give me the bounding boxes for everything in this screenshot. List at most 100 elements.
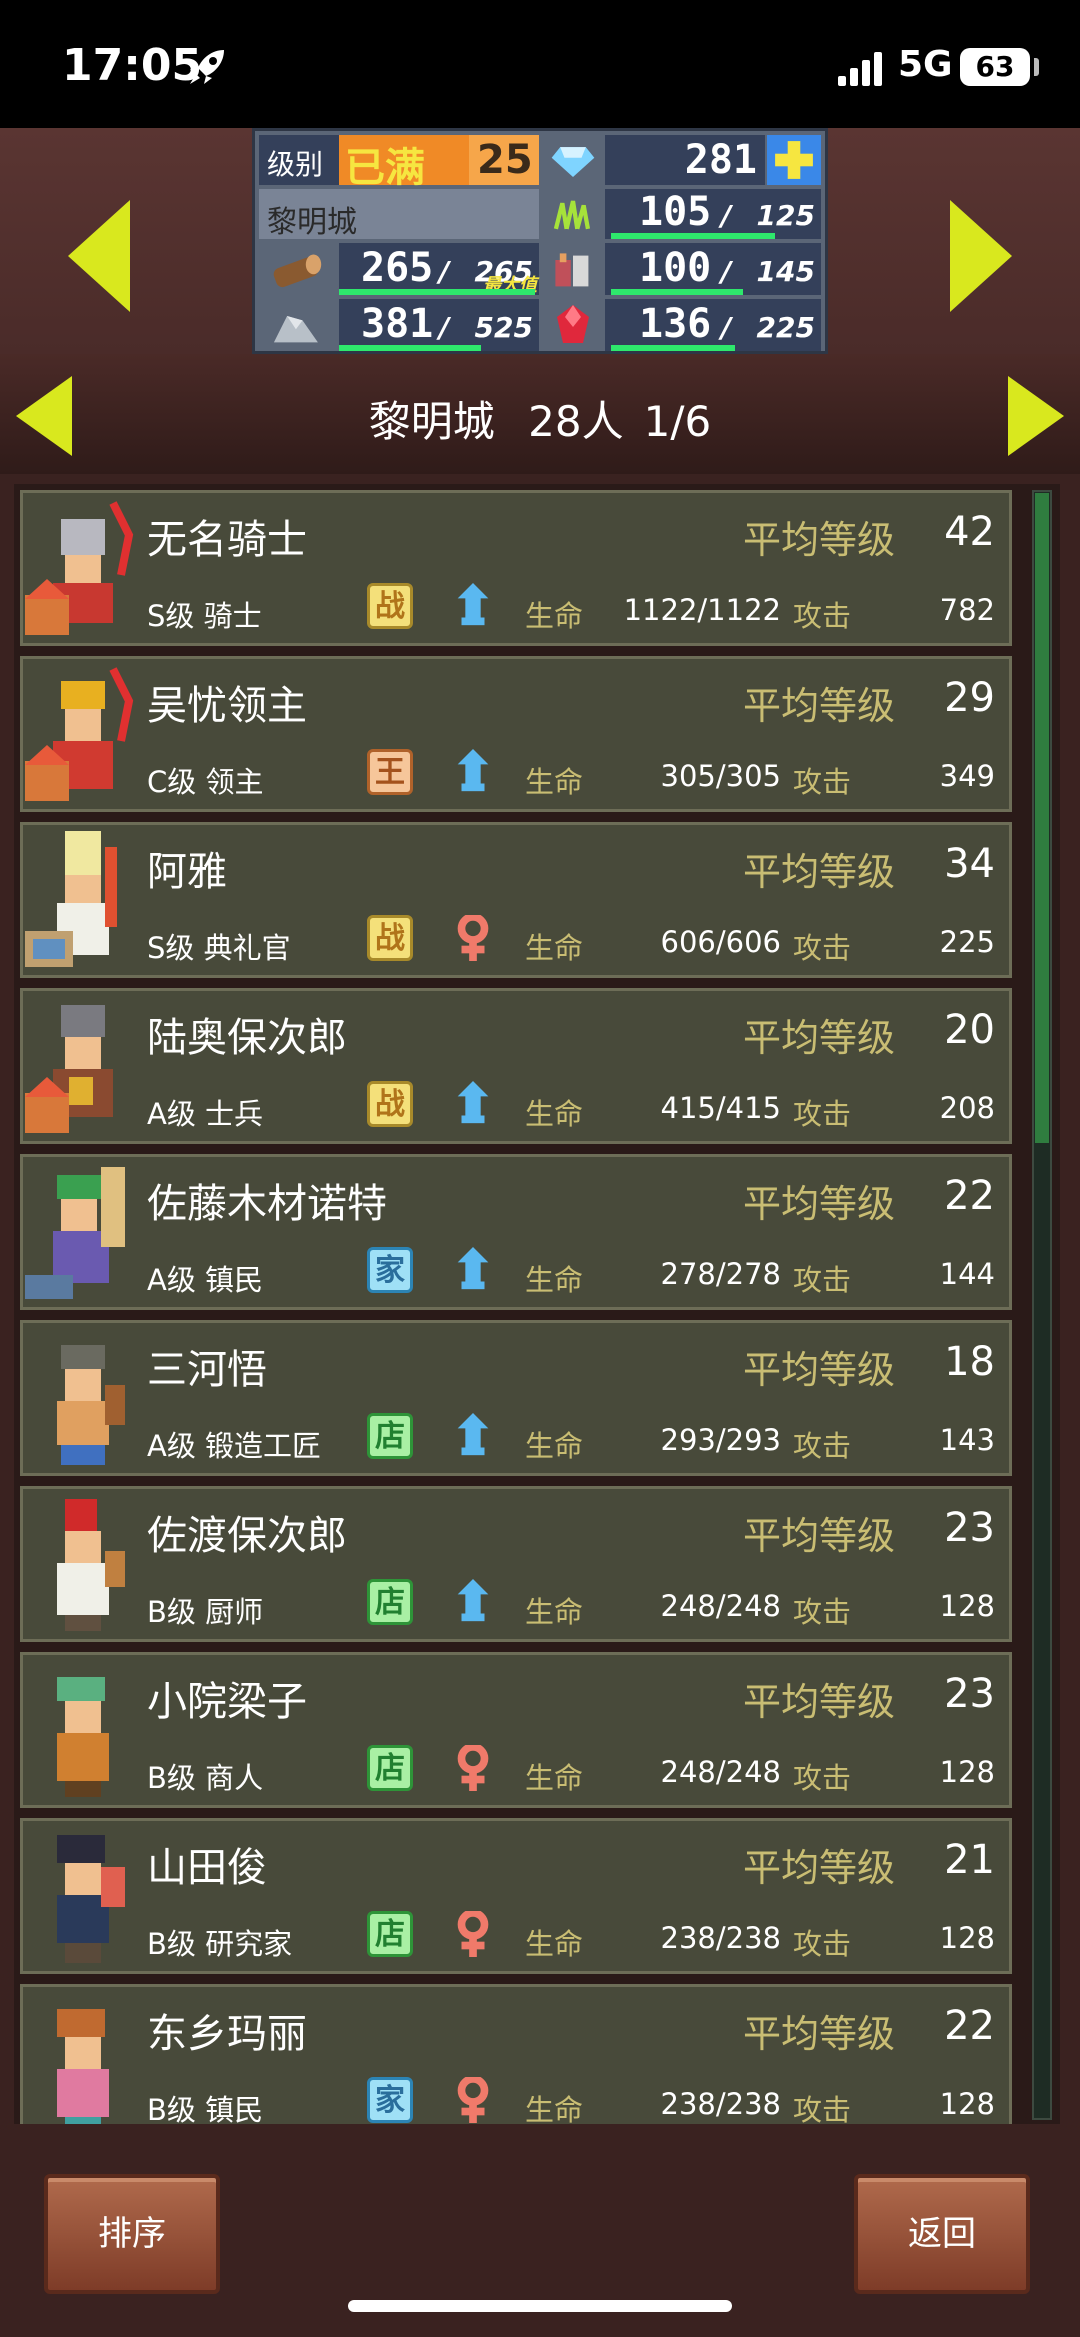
- wood-cell: 265 / 265 最大值: [339, 243, 539, 296]
- king-tag-icon: 王: [367, 749, 413, 795]
- character-row[interactable]: 小院梁子 平均等级 23 B级 商人 店 生命 248/248 攻击 128: [20, 1652, 1012, 1808]
- character-row[interactable]: 三河悟 平均等级 18 A级 锻造工匠 店 生命 293/293 攻击 143: [20, 1320, 1012, 1476]
- researcher-portrait-icon: [57, 1835, 125, 1963]
- hp-label: 生命: [525, 765, 584, 799]
- male-icon: [457, 1081, 489, 1124]
- character-level: 22: [944, 1173, 995, 1219]
- hp-label: 生命: [525, 1429, 584, 1463]
- character-row[interactable]: 佐藤木材诺特 平均等级 22 A级 镇民 家 生命 278/278 攻击 144: [20, 1154, 1012, 1310]
- character-row[interactable]: 吴忧领主 平均等级 29 C级 领主 王 生命 305/305 攻击 349: [20, 656, 1012, 812]
- resource-header: 级别 已满 25 281 黎明城 105 / 125 265 / 265 最大值…: [0, 128, 1080, 354]
- character-row[interactable]: 陆奥保次郎 平均等级 20 A级 士兵 战 生命 415/415 攻击 208: [20, 988, 1012, 1144]
- avg-level-label: 平均等级: [743, 518, 896, 562]
- hp-label: 生命: [525, 599, 584, 633]
- atk-value: 128: [939, 2087, 995, 2121]
- add-gems-button[interactable]: [767, 135, 821, 185]
- character-row[interactable]: 阿雅 平均等级 34 S级 典礼官 战 生命 606/606 攻击 225: [20, 822, 1012, 978]
- grass-icon: [553, 200, 591, 230]
- sort-button[interactable]: 排序: [44, 2174, 220, 2294]
- character-name: 佐藤木材诺特: [147, 1181, 387, 1227]
- plus-icon: [775, 141, 813, 179]
- villager-portrait-icon: [25, 1167, 125, 1299]
- list-city: 黎明城: [368, 397, 495, 446]
- character-rank: B级 厨师: [147, 1595, 264, 1629]
- combat-tag-icon: 战: [367, 583, 413, 629]
- rank-level: 25: [477, 137, 533, 183]
- townsperson-portrait-icon: [57, 2009, 109, 2133]
- character-row[interactable]: 山田俊 平均等级 21 B级 研究家 店 生命 238/238 攻击 128: [20, 1818, 1012, 1974]
- avg-level-label: 平均等级: [743, 684, 896, 728]
- food-current: 105: [639, 189, 712, 235]
- priestess-portrait-icon: [25, 831, 117, 967]
- atk-label: 攻击: [793, 931, 852, 965]
- avg-level-label: 平均等级: [743, 850, 896, 894]
- character-name: 陆奥保次郎: [147, 1015, 347, 1061]
- character-level: 22: [944, 2003, 995, 2049]
- character-row[interactable]: 东乡玛丽 平均等级 22 B级 镇民 家 生命 238/238 攻击 128: [20, 1984, 1012, 2133]
- food-cell: 105 / 125: [605, 189, 821, 239]
- atk-label: 攻击: [793, 1761, 852, 1795]
- stone-bar: [339, 345, 481, 351]
- character-level: 42: [944, 509, 995, 555]
- avg-level-label: 平均等级: [743, 1846, 896, 1890]
- scrollbar-thumb[interactable]: [1035, 493, 1049, 1143]
- home-tag-icon: 家: [367, 1247, 413, 1293]
- atk-label: 攻击: [793, 599, 852, 633]
- livestock-bar: [611, 289, 743, 295]
- character-row[interactable]: 佐渡保次郎 平均等级 23 B级 厨师 店 生命 248/248 攻击 128: [20, 1486, 1012, 1642]
- shop-tag-icon: 店: [367, 1413, 413, 1459]
- list-title: 黎明城 28人 1/6: [0, 388, 1080, 449]
- hp-value: 238/238: [660, 2087, 781, 2121]
- wood-bar: [339, 289, 535, 295]
- character-level: 20: [944, 1007, 995, 1053]
- city-name-cell: 黎明城: [259, 189, 539, 240]
- female-icon: [457, 1911, 489, 1957]
- atk-value: 128: [939, 1589, 995, 1623]
- food-bar: [611, 233, 775, 239]
- back-button[interactable]: 返回: [854, 2174, 1030, 2294]
- rank-label-cell: 级别: [259, 135, 339, 185]
- gem-count: 281: [684, 137, 757, 183]
- combat-tag-icon: 战: [367, 1081, 413, 1127]
- male-icon: [457, 583, 489, 626]
- home-indicator[interactable]: [348, 2300, 732, 2312]
- avg-level-label: 平均等级: [743, 1182, 896, 1226]
- atk-value: 128: [939, 1921, 995, 1955]
- atk-value: 128: [939, 1755, 995, 1789]
- prev-city-arrow-icon[interactable]: [68, 200, 130, 312]
- stone-current: 381: [361, 301, 434, 347]
- soldier-portrait-icon: [25, 1005, 113, 1133]
- character-name: 山田俊: [147, 1845, 267, 1891]
- avg-level-label: 平均等级: [743, 1016, 896, 1060]
- gem-icon-cell: [543, 135, 603, 185]
- character-name: 阿雅: [147, 849, 227, 895]
- ruby-icon: [557, 305, 589, 343]
- stone-cell: 381 / 525: [339, 299, 539, 351]
- livestock-icon-cell: [543, 243, 603, 295]
- atk-label: 攻击: [793, 1927, 852, 1961]
- next-city-arrow-icon[interactable]: [950, 200, 1012, 312]
- rank-status: 已满: [345, 145, 425, 191]
- character-rank: B级 商人: [147, 1761, 264, 1795]
- character-row[interactable]: 无名骑士 平均等级 42 S级 骑士 战 生命 1122/1122 攻击 782: [20, 490, 1012, 646]
- home-tag-icon: 家: [367, 2077, 413, 2123]
- atk-label: 攻击: [793, 765, 852, 799]
- chef-portrait-icon: [57, 1499, 125, 1631]
- hp-value: 278/278: [660, 1257, 781, 1291]
- atk-value: 349: [939, 759, 995, 793]
- food-max: 125: [756, 199, 815, 232]
- hp-label: 生命: [525, 2093, 584, 2127]
- hp-value: 305/305: [660, 759, 781, 793]
- character-name: 三河悟: [147, 1347, 267, 1393]
- list-page: 1/6: [643, 397, 712, 446]
- ruby-cell: 136 / 225: [605, 299, 821, 351]
- character-level: 18: [944, 1339, 995, 1385]
- atk-label: 攻击: [793, 1595, 852, 1629]
- character-level: 34: [944, 841, 995, 887]
- blacksmith-portrait-icon: [57, 1345, 125, 1465]
- ruby-current: 136: [639, 301, 712, 347]
- hp-value: 293/293: [660, 1423, 781, 1457]
- atk-label: 攻击: [793, 2093, 852, 2127]
- hp-value: 248/248: [660, 1755, 781, 1789]
- male-icon: [457, 749, 489, 792]
